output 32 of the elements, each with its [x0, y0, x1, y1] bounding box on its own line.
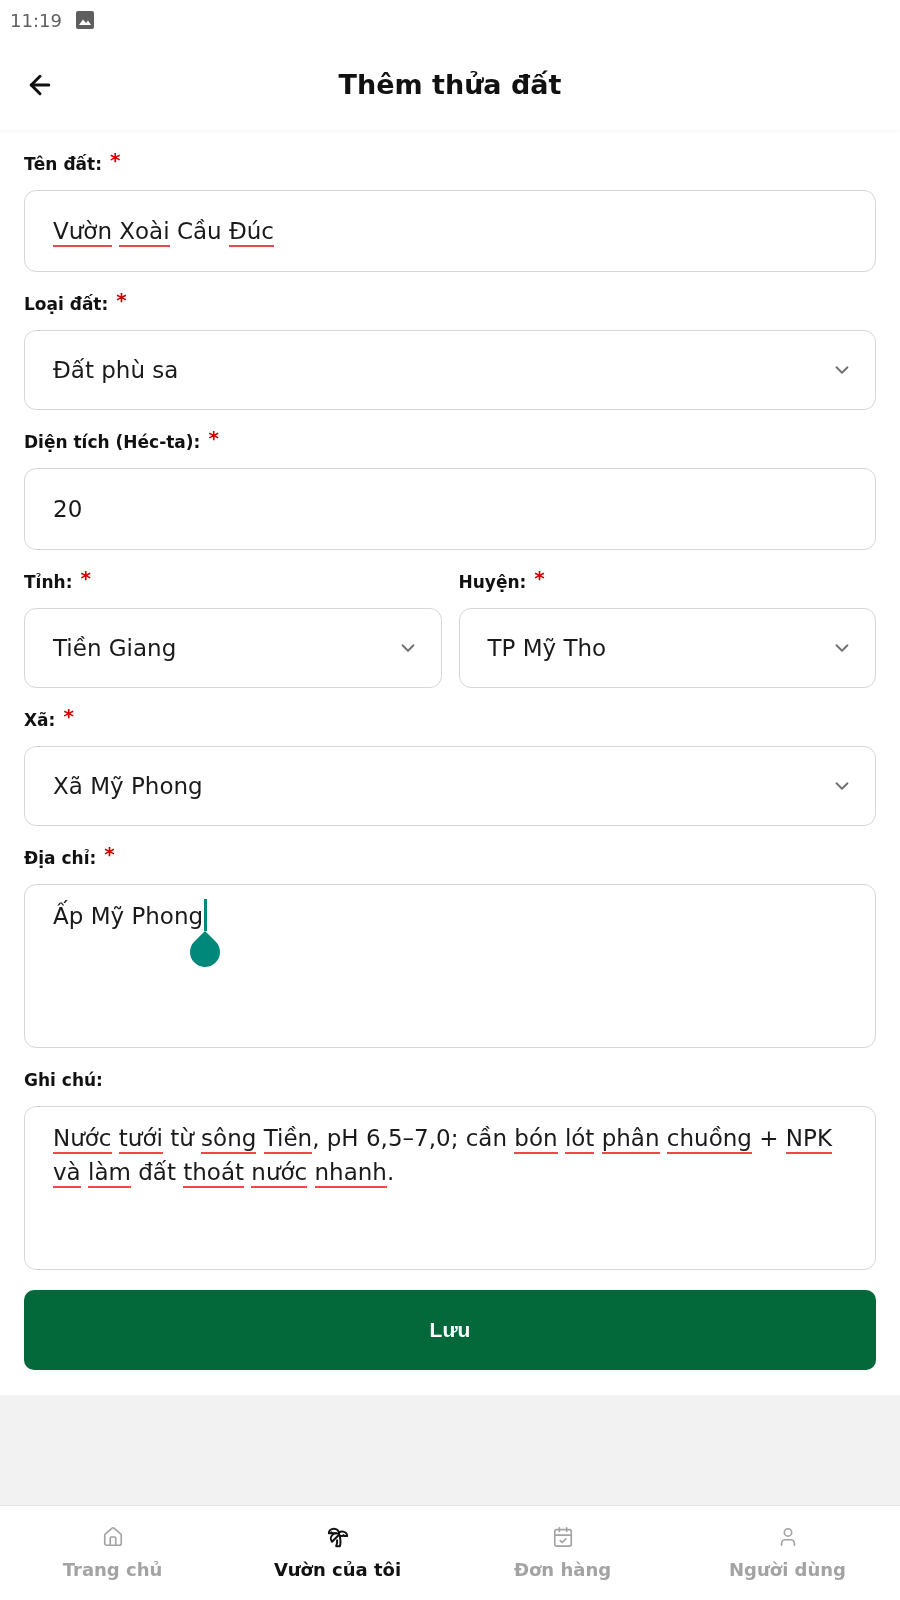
text-area[interactable]: Nước tưới từ sông Tiền, pH 6,5–7,0; cần bón lót phân chuồng + NPK và làm đất thoát nước nhanh. [24, 1106, 876, 1270]
text-input[interactable]: 20 [24, 468, 876, 550]
nav-tab[interactable]: Vườn của tôi [225, 1506, 450, 1600]
status-time: 11:19 [10, 8, 62, 33]
select-dropdown[interactable]: TP Mỹ Tho [458, 608, 876, 688]
save-button[interactable]: Lưu [24, 1290, 876, 1370]
select-dropdown[interactable]: Tiền Giang [24, 608, 442, 688]
required-asterisk: * [534, 568, 545, 588]
select-dropdown[interactable]: Đất phù sa [24, 330, 876, 410]
select-dropdown[interactable]: Xã Mỹ Phong [24, 746, 876, 826]
image-icon [75, 11, 94, 29]
field-label: Loại đất: [24, 293, 109, 316]
home-icon [101, 1526, 124, 1548]
palm-tree-icon [326, 1526, 349, 1548]
required-asterisk: * [116, 290, 127, 310]
calendar-check-icon [551, 1526, 574, 1548]
required-asterisk: * [104, 844, 115, 864]
field-label: Diện tích (Héc-ta): [24, 431, 201, 454]
field-label: Ghi chú: [24, 1069, 103, 1092]
required-asterisk: * [208, 428, 219, 448]
cursor-handle-icon [190, 931, 221, 967]
field-label: Huyện: [458, 571, 527, 594]
field-label: Địa chỉ: [24, 847, 97, 870]
field-label: Tên đất: [24, 153, 102, 176]
field-label: Tỉnh: [24, 571, 73, 594]
required-asterisk: * [80, 568, 91, 588]
text-input[interactable]: Vườn Xoài Cầu Đúc [24, 190, 876, 272]
page-title: Thêm thửa đất [337, 67, 563, 102]
required-asterisk: * [109, 150, 121, 170]
field-label: Xã: [24, 709, 56, 732]
text-area[interactable]: Ấp Mỹ Phong [24, 884, 876, 1048]
required-asterisk: * [63, 706, 74, 726]
